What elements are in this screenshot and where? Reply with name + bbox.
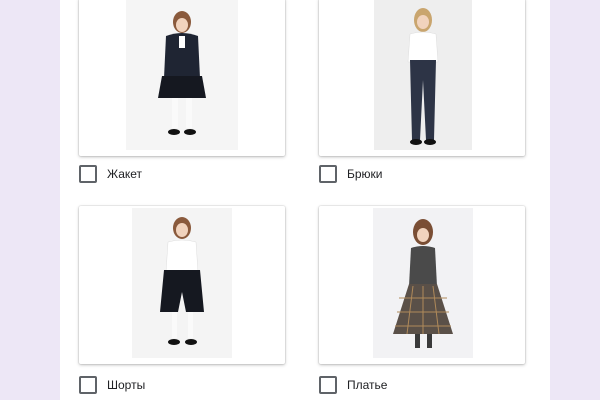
dress-checkbox[interactable] xyxy=(319,376,337,394)
option-row[interactable]: Жакет xyxy=(79,165,142,183)
option-image-card[interactable] xyxy=(79,206,285,364)
shorts-photo xyxy=(132,208,232,358)
option-jacket: Жакет xyxy=(79,0,287,188)
option-row[interactable]: Платье xyxy=(319,376,387,394)
option-row[interactable]: Шорты xyxy=(79,376,145,394)
girl-dress-illustration xyxy=(393,219,453,348)
girl-shorts-illustration xyxy=(160,217,204,345)
option-label: Жакет xyxy=(107,167,143,181)
option-label: Шорты xyxy=(107,378,146,392)
form-card: Жакет Брюки Шорты Платье xyxy=(60,0,550,400)
option-label: Платье xyxy=(347,378,388,392)
trousers-checkbox[interactable] xyxy=(319,165,337,183)
girl-jacket-illustration xyxy=(158,11,206,135)
shorts-checkbox[interactable] xyxy=(79,376,97,394)
option-image-card[interactable] xyxy=(319,0,525,156)
jacket-checkbox[interactable] xyxy=(79,165,97,183)
option-image-card[interactable] xyxy=(79,0,285,156)
trousers-photo xyxy=(374,0,472,150)
option-dress: Платье xyxy=(319,206,527,396)
option-label: Брюки xyxy=(347,167,383,181)
option-image-card[interactable] xyxy=(319,206,525,364)
girl-trousers-illustration xyxy=(407,8,439,145)
dress-photo xyxy=(373,208,473,358)
option-row[interactable]: Брюки xyxy=(319,165,383,183)
jacket-photo xyxy=(126,0,238,150)
option-trousers: Брюки xyxy=(319,0,527,188)
option-shorts: Шорты xyxy=(79,206,287,396)
